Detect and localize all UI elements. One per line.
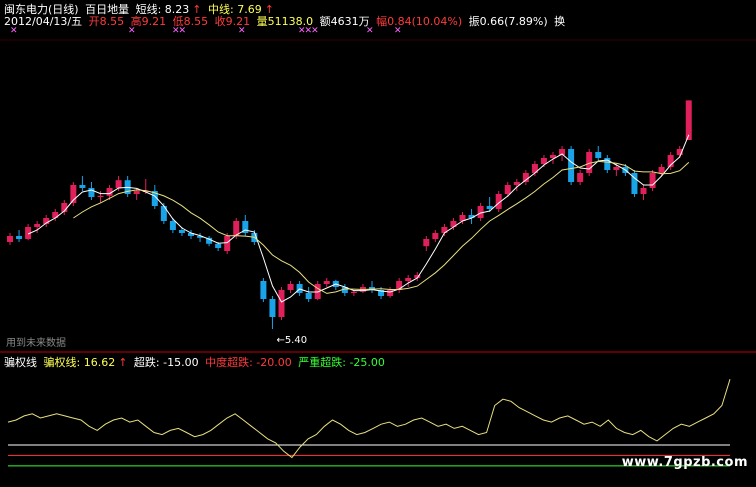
candle-body xyxy=(305,293,312,299)
signal-marker-row: ✕ ✕ ✕✕ ✕ ✕✕✕ ✕ ✕ xyxy=(0,26,756,38)
x-marker-icon: ✕ xyxy=(394,26,401,36)
candle-body xyxy=(278,290,285,317)
candle-body xyxy=(350,291,357,293)
candle-body xyxy=(513,182,520,185)
candle-body xyxy=(685,100,692,140)
indicator-title: 骗权线 xyxy=(4,356,37,369)
candle-body xyxy=(215,243,222,248)
candle-body xyxy=(133,191,140,194)
low-price-label: ←5.40 xyxy=(276,335,307,346)
candle-body xyxy=(88,188,95,197)
candle-body xyxy=(577,173,584,182)
candle-body xyxy=(260,281,267,299)
candle-body xyxy=(16,236,23,239)
x-marker-icon: ✕ xyxy=(366,26,373,36)
future-data-note: 用到未来数据 xyxy=(6,338,66,349)
candle-body xyxy=(115,180,122,188)
indicator-header: 骗权线 骗权线: 16.62 ↑ 超跌: -15.00 中度超跌: -20.00 … xyxy=(4,354,388,370)
chart-canvas: ←5.40 xyxy=(0,39,756,467)
candle-body xyxy=(649,173,656,188)
candle-body xyxy=(504,185,511,194)
indicator-line xyxy=(7,379,731,459)
candle-body xyxy=(79,185,86,188)
stock-chart-window: ←5.40 闽东电力(日线) 百日地量 短线: 8.23 ↑ 中线: 7.69 ↑ … xyxy=(0,0,756,487)
candle-body xyxy=(178,230,185,233)
candle-body xyxy=(423,239,430,247)
x-marker-icon: ✕✕ xyxy=(172,26,186,36)
x-marker-icon: ✕ xyxy=(10,26,17,36)
candle-body xyxy=(323,281,330,284)
watermark: www.7gpzb.com xyxy=(621,455,748,470)
candle-body xyxy=(595,152,602,158)
candle-body xyxy=(613,167,620,170)
candle-body xyxy=(568,149,575,182)
x-marker-icon: ✕ xyxy=(128,26,135,36)
candle-body xyxy=(640,188,647,194)
candle-body xyxy=(224,236,231,251)
mid-line xyxy=(73,160,690,294)
x-marker-icon: ✕✕✕ xyxy=(298,26,319,36)
severe-oversold-label: 严重超跌: -25.00 xyxy=(298,356,385,369)
candle-body xyxy=(287,284,294,290)
candle-body xyxy=(658,167,665,173)
up-arrow-icon: ↑ xyxy=(118,356,128,369)
x-marker-icon: ✕ xyxy=(238,26,245,36)
candle-body xyxy=(7,236,13,242)
oversold-label: 超跌: -15.00 xyxy=(133,356,199,369)
candle-body xyxy=(34,224,41,227)
candle-body xyxy=(52,212,59,218)
candle-body xyxy=(477,206,484,218)
candle-body xyxy=(169,221,176,230)
indicator-value-label: 骗权线: 16.62 xyxy=(43,356,116,369)
candle-body xyxy=(432,233,439,239)
candle-body xyxy=(269,299,276,317)
medium-oversold-label: 中度超跌: -20.00 xyxy=(205,356,292,369)
candle-body xyxy=(97,195,104,197)
candle-body xyxy=(405,278,412,281)
